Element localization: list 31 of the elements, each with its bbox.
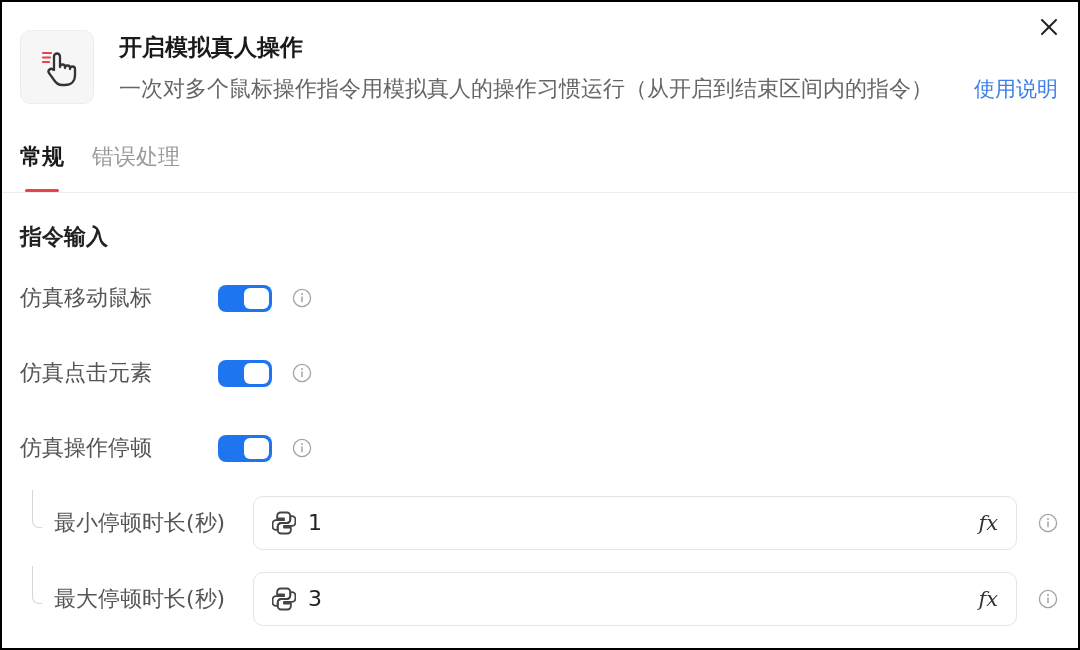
- field-label: 最大停顿时长(秒): [54, 585, 227, 613]
- info-icon[interactable]: [292, 288, 312, 308]
- info-icon[interactable]: [292, 438, 312, 458]
- tree-connector-line: [32, 566, 42, 604]
- formula-button[interactable]: fx: [976, 509, 1000, 537]
- toggle-switch[interactable]: [218, 359, 272, 387]
- hand-pointer-icon: [20, 30, 94, 104]
- tab[interactable]: 常规: [20, 142, 64, 192]
- close-icon: [1039, 17, 1059, 37]
- option-label: 仿真操作停顿: [20, 434, 153, 462]
- tree-connector-line: [32, 490, 42, 528]
- info-icon[interactable]: [1038, 513, 1058, 533]
- dialog-description: 一次对多个鼠标操作指令用模拟真人的操作习惯运行（从开启到结束区间内的指令）: [119, 75, 933, 103]
- toggle-switch[interactable]: [218, 434, 272, 462]
- help-link[interactable]: 使用说明: [974, 74, 1058, 104]
- dialog-title: 开启模拟真人操作: [119, 33, 303, 62]
- section-title: 指令输入: [20, 223, 109, 251]
- option-label: 仿真点击元素: [20, 359, 153, 387]
- toggle-switch[interactable]: [218, 284, 272, 312]
- input-value: 3: [308, 585, 323, 613]
- info-icon[interactable]: [292, 363, 312, 383]
- field-label: 最小停顿时长(秒): [54, 509, 227, 537]
- python-logo-icon: [272, 587, 296, 611]
- option-label: 仿真移动鼠标: [20, 284, 153, 312]
- formula-button[interactable]: fx: [976, 585, 1000, 613]
- info-icon[interactable]: [1038, 589, 1058, 609]
- input-value: 1: [308, 509, 323, 537]
- number-input[interactable]: 3 fx: [253, 572, 1017, 626]
- number-input[interactable]: 1 fx: [253, 496, 1017, 550]
- close-button[interactable]: [1039, 17, 1059, 37]
- python-logo-icon: [272, 511, 296, 535]
